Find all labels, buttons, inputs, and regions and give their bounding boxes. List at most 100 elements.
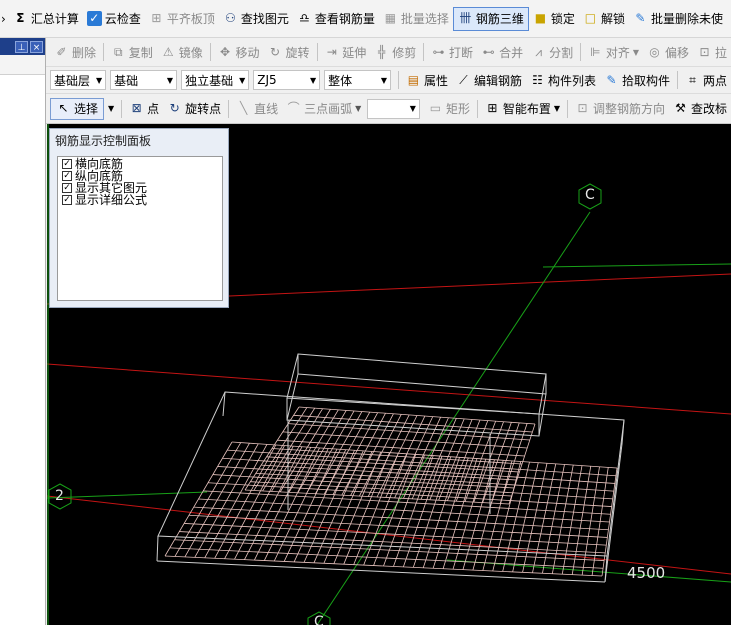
batch-delete-button[interactable]: ✎ 批量删除未使 xyxy=(629,7,727,31)
stretch-label: 拉 xyxy=(715,45,728,60)
mirror-button[interactable]: ⚠ 镜像 xyxy=(157,40,207,64)
rebar-line xyxy=(164,555,603,577)
scope-dropdown[interactable]: 整体 ▼ xyxy=(324,70,392,90)
separator xyxy=(209,43,211,61)
cloud-check-icon: ✓ xyxy=(86,11,102,26)
edit-toolbar: ✐ 删除 ⧉ 复制 ⚠ 镜像 ✥ 移动 ↻ 旋转 ⇥ 延伸 ╬ 修剪 ⊶ 打断 ⊷ 合并 ⩘ 分割 … xyxy=(0,38,731,67)
chevron-down-icon: ▼ xyxy=(380,75,388,85)
checkbox-checked-icon[interactable]: ✓ xyxy=(62,183,72,193)
option-label: 显示详细公式 xyxy=(75,193,148,207)
pick-component-button[interactable]: ✎ 拾取构件 xyxy=(600,68,674,92)
chevron-down-icon: ▼ xyxy=(355,104,362,113)
draw-toolbar: ↖ 选择 ▼ ⊠ 点 ↻ 旋转点 ╲ 直线 ⌒ 三点画弧 ▼ ▼ ▭ 矩形 ⊞ 智能布置 ▼ ⊡ 调… xyxy=(0,94,731,124)
lock-label: 锁定 xyxy=(550,12,575,26)
trim-button[interactable]: ╬ 修剪 xyxy=(370,40,420,64)
chevron-down-icon: ▼ xyxy=(96,75,103,85)
rebar-line xyxy=(231,441,618,469)
chevron-down-icon: ▼ xyxy=(239,75,246,85)
component-list-button[interactable]: ☷ 构件列表 xyxy=(526,68,600,92)
point-button[interactable]: ⊠ 点 xyxy=(125,97,163,121)
rebar-3d-button[interactable]: 卌钢筋三维 xyxy=(452,6,529,31)
option-show-detailed-formula[interactable]: ✓ 显示详细公式 xyxy=(58,194,222,206)
rebar-line xyxy=(222,457,615,484)
stretch-button[interactable]: ⊡ 拉 xyxy=(693,40,731,64)
checkbox-checked-icon[interactable]: ✓ xyxy=(62,159,72,169)
find-element-label: 查找图元 xyxy=(240,12,289,26)
two-point-button[interactable]: ⌗ 两点 xyxy=(681,68,731,92)
pin-icon[interactable]: ⊥ xyxy=(15,40,28,53)
align-button[interactable]: ⊫ 对齐 ▼ xyxy=(584,40,643,64)
component-toolbar: 基础层 ▼ 基础 ▼ 独立基础 ▼ ZJ5 ▼ 整体 ▼ ▤ 属性 ⟋ 编辑钢筋 ☷ 构件列表 … xyxy=(0,67,731,94)
rectangle-button[interactable]: ▭ 矩形 xyxy=(424,97,474,121)
align-label: 对齐 xyxy=(605,45,630,60)
left-panel-row[interactable] xyxy=(0,55,45,75)
batch-delete-label: 批量删除未使 xyxy=(650,12,723,26)
batch-delete-icon: ✎ xyxy=(635,11,646,25)
arc-icon: ⌒ xyxy=(287,101,300,115)
rebar-3d-icon: 卌 xyxy=(459,11,472,25)
batch-select-button[interactable]: ▦ 批量选择 xyxy=(379,7,453,31)
sigma-icon: Σ xyxy=(16,11,25,25)
rotate-point-button[interactable]: ↻ 旋转点 xyxy=(163,97,225,121)
checkbox-checked-icon[interactable]: ✓ xyxy=(62,195,72,205)
rotate-point-icon: ↻ xyxy=(169,101,180,115)
delete-button[interactable]: ✐ 删除 xyxy=(50,40,100,64)
split-button[interactable]: ⩘ 分割 xyxy=(527,40,577,64)
properties-button[interactable]: ▤ 属性 xyxy=(402,68,452,92)
unlock-icon: □ xyxy=(584,11,597,25)
delete-icon: ✐ xyxy=(56,44,67,59)
line-button[interactable]: ╲ 直线 xyxy=(232,97,282,121)
rectangle-icon: ▭ xyxy=(429,101,442,115)
component-dropdown[interactable]: ZJ5 ▼ xyxy=(253,70,321,90)
view-rebar-quantity-button[interactable]: ♎ 查看钢筋量 xyxy=(293,7,379,31)
type-dropdown[interactable]: 独立基础 ▼ xyxy=(181,70,250,90)
break-button[interactable]: ⊶ 打断 xyxy=(427,40,477,64)
align-slab-top-button[interactable]: ⊞ 平齐板顶 xyxy=(145,7,219,31)
point-label: 点 xyxy=(147,102,160,116)
component-list-label: 构件列表 xyxy=(548,73,597,88)
lock-button[interactable]: ■ 锁定 xyxy=(529,7,579,31)
checkbox-checked-icon[interactable]: ✓ xyxy=(62,171,72,181)
merge-button[interactable]: ⊷ 合并 xyxy=(477,40,527,64)
edit-rebar-icon: ⟋ xyxy=(459,72,468,87)
category-value: 基础 xyxy=(114,73,139,88)
properties-label: 属性 xyxy=(423,73,448,88)
break-icon: ⊶ xyxy=(432,44,445,59)
rotate-button[interactable]: ↻ 旋转 xyxy=(264,40,314,64)
axis-line-red xyxy=(47,495,731,575)
move-button[interactable]: ✥ 移动 xyxy=(214,40,264,64)
copy-icon: ⧉ xyxy=(113,44,123,59)
unlock-button[interactable]: □ 解锁 xyxy=(579,7,629,31)
mirror-label: 镜像 xyxy=(178,45,203,60)
edit-rebar-button[interactable]: ⟋ 编辑钢筋 xyxy=(452,68,526,92)
extend-button[interactable]: ⇥ 延伸 xyxy=(320,40,370,64)
adjust-rebar-direction-button[interactable]: ⊡ 调整钢筋方向 xyxy=(571,97,669,121)
category-dropdown[interactable]: 基础 ▼ xyxy=(110,70,178,90)
separator xyxy=(476,99,478,118)
find-element-button[interactable]: ⚇ 查找图元 xyxy=(219,7,293,31)
axis-label-c-bottom: C xyxy=(314,614,324,625)
summary-calc-button[interactable]: Σ 汇总计算 xyxy=(9,7,83,31)
slab-edge xyxy=(156,535,159,562)
separator xyxy=(580,43,581,61)
smart-layout-button[interactable]: ⊞ 智能布置 ▼ xyxy=(481,97,564,121)
offset-button[interactable]: ◎ 偏移 xyxy=(643,40,693,64)
close-icon[interactable]: × xyxy=(30,40,43,53)
break-label: 打断 xyxy=(449,45,474,60)
control-panel-options: ✓ 横向底筋 ✓ 纵向底筋 ✓ 显示其它图元 ✓ 显示详细公式 xyxy=(57,156,223,301)
separator xyxy=(121,99,123,118)
merge-icon: ⊷ xyxy=(482,44,495,59)
expand-chevron-icon[interactable]: › xyxy=(0,12,9,26)
unlock-label: 解锁 xyxy=(600,12,625,26)
copy-button[interactable]: ⧉ 复制 xyxy=(107,40,157,64)
properties-icon: ▤ xyxy=(407,72,420,87)
chevron-down-icon[interactable]: ▼ xyxy=(104,104,118,113)
floor-dropdown[interactable]: 基础层 ▼ xyxy=(50,70,107,90)
adjust-rebar-direction-icon: ⊡ xyxy=(577,101,588,115)
check-label-button[interactable]: ⚒ 查改标 xyxy=(669,97,731,121)
cloud-check-button[interactable]: ✓ 云检查 xyxy=(83,7,145,31)
arc-button[interactable]: ⌒ 三点画弧 ▼ xyxy=(282,97,365,121)
pick-component-icon: ✎ xyxy=(606,72,617,87)
arc-mode-dropdown[interactable]: ▼ xyxy=(367,98,420,119)
select-button[interactable]: ↖ 选择 xyxy=(50,97,105,120)
